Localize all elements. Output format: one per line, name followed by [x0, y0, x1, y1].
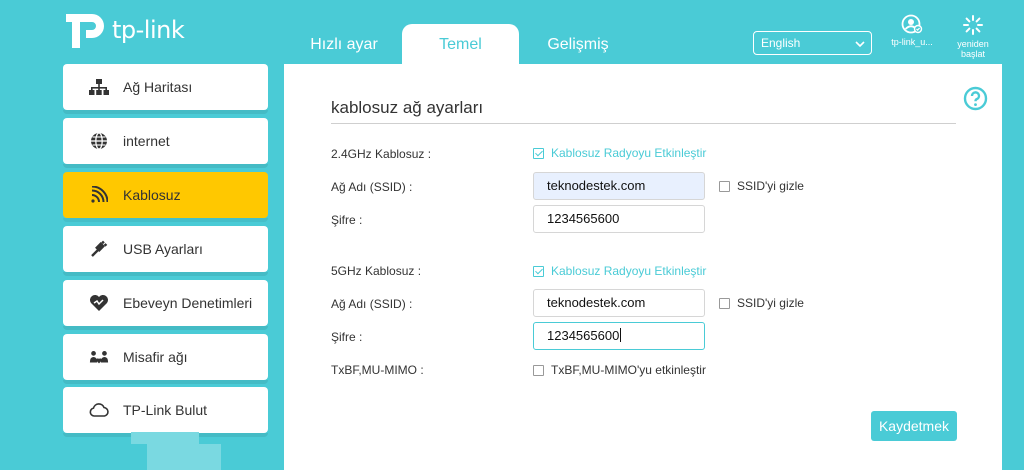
band5-hide-ssid-checkbox[interactable]: SSID'yi gizle	[719, 296, 804, 310]
guest-network-icon	[89, 347, 109, 367]
sidebar-item-label: Ebeveyn Denetimleri	[123, 295, 253, 311]
band5-ssid-input[interactable]: teknodestek.com	[533, 289, 705, 317]
band24-password-label: Şifre :	[331, 213, 363, 227]
title-divider	[331, 123, 956, 124]
sidebar-item-usb[interactable]: USB Ayarları	[63, 226, 268, 276]
tab-quick-setup-label: Hızlı ayar	[310, 36, 378, 53]
sidebar-decoration	[147, 444, 221, 470]
user-account-label: tp-link_u...	[891, 37, 933, 47]
reboot-icon	[963, 15, 983, 35]
chevron-down-icon	[855, 33, 865, 64]
help-button[interactable]	[963, 86, 988, 111]
band24-password-value: 1234565600	[547, 211, 620, 226]
page-title: kablosuz ağ ayarları	[331, 98, 484, 117]
checkbox-box	[533, 364, 544, 376]
band24-enable-label: Kablosuz Radyoyu Etkinleştir	[551, 146, 707, 160]
band24-hide-ssid-label: SSID'yi gizle	[737, 179, 804, 193]
user-account-button[interactable]: tp-link_u...	[883, 14, 941, 47]
band24-ssid-input[interactable]: teknodestek.com	[533, 172, 705, 200]
reboot-label-line1: yeniden	[957, 39, 989, 49]
band5-enable-label: Kablosuz Radyoyu Etkinleştir	[551, 264, 707, 278]
sidebar-item-label: Kablosuz	[123, 187, 181, 203]
band5-ssid-label: Ağ Adı (SSID) :	[331, 297, 413, 311]
text-caret	[620, 328, 622, 342]
sidebar-item-label: USB Ayarları	[123, 241, 203, 257]
sidebar-item-label: Misafir ağı	[123, 349, 188, 365]
reboot-label-line2: başlat	[960, 49, 986, 59]
band5-password-label: Şifre :	[331, 330, 363, 344]
tab-quick-setup[interactable]: Hızlı ayar	[296, 24, 392, 64]
checkbox-box	[533, 265, 544, 277]
tab-basic-label: Temel	[439, 36, 482, 53]
band5-label: 5GHz Kablosuz :	[331, 264, 422, 278]
tab-basic[interactable]: Temel	[402, 24, 519, 64]
language-selected-value: English	[761, 36, 801, 50]
checkbox-box	[719, 297, 730, 309]
band24-label: 2.4GHz Kablosuz :	[331, 147, 432, 161]
language-select[interactable]: English	[753, 31, 872, 55]
sidebar-item-label: TP-Link Bulut	[123, 402, 208, 418]
band24-enable-checkbox[interactable]: Kablosuz Radyoyu Etkinleştir	[533, 146, 706, 160]
band5-hide-ssid-label: SSID'yi gizle	[737, 296, 804, 310]
band24-password-input[interactable]: 1234565600	[533, 205, 705, 233]
sidebar-item-parental-controls[interactable]: Ebeveyn Denetimleri	[63, 280, 268, 330]
tp-link-logo: tp-link	[62, 10, 185, 50]
usb-icon	[89, 239, 109, 259]
tab-advanced[interactable]: Gelişmiş	[528, 24, 628, 64]
checkbox-box	[719, 180, 730, 192]
sidebar-item-internet[interactable]: internet	[63, 118, 268, 168]
sidebar-item-label: internet	[123, 133, 170, 149]
band5-ssid-value: teknodestek.com	[547, 295, 646, 310]
mimo-label: TxBF,MU-MIMO :	[331, 363, 424, 377]
sidebar-decoration	[131, 432, 199, 444]
band5-enable-checkbox[interactable]: Kablosuz Radyoyu Etkinleştir	[533, 264, 706, 278]
brand-name: tp-link	[112, 16, 185, 44]
sidebar-item-network-map[interactable]: Ağ Haritası	[63, 64, 268, 114]
sidebar-item-wireless[interactable]: Kablosuz	[63, 172, 268, 222]
wireless-icon	[89, 185, 109, 205]
checkbox-box	[533, 147, 544, 159]
sidebar-item-guest-network[interactable]: Misafir ağı	[63, 334, 268, 384]
globe-icon	[89, 131, 109, 151]
band5-password-input[interactable]: 1234565600	[533, 322, 705, 350]
band24-ssid-label: Ağ Adı (SSID) :	[331, 180, 413, 194]
sidebar-item-label: Ağ Haritası	[123, 79, 193, 95]
tab-advanced-label: Gelişmiş	[547, 36, 609, 53]
reboot-button[interactable]: yeniden başlat	[946, 14, 1000, 59]
cloud-icon	[89, 400, 109, 420]
band24-ssid-value: teknodestek.com	[547, 178, 646, 193]
network-map-icon	[89, 77, 109, 97]
mimo-enable-checkbox[interactable]: TxBF,MU-MIMO'yu etkinleştir	[533, 363, 706, 377]
sidebar-item-tp-link-cloud[interactable]: TP-Link Bulut	[63, 387, 268, 437]
tp-link-logo-icon	[66, 14, 104, 48]
save-button[interactable]: Kaydetmek	[871, 411, 957, 441]
band5-password-value: 1234565600	[547, 328, 620, 343]
mimo-enable-label: TxBF,MU-MIMO'yu etkinleştir	[551, 363, 706, 377]
parental-heart-icon	[89, 293, 109, 313]
band24-hide-ssid-checkbox[interactable]: SSID'yi gizle	[719, 179, 804, 193]
help-icon	[963, 86, 988, 111]
user-icon	[901, 14, 923, 34]
